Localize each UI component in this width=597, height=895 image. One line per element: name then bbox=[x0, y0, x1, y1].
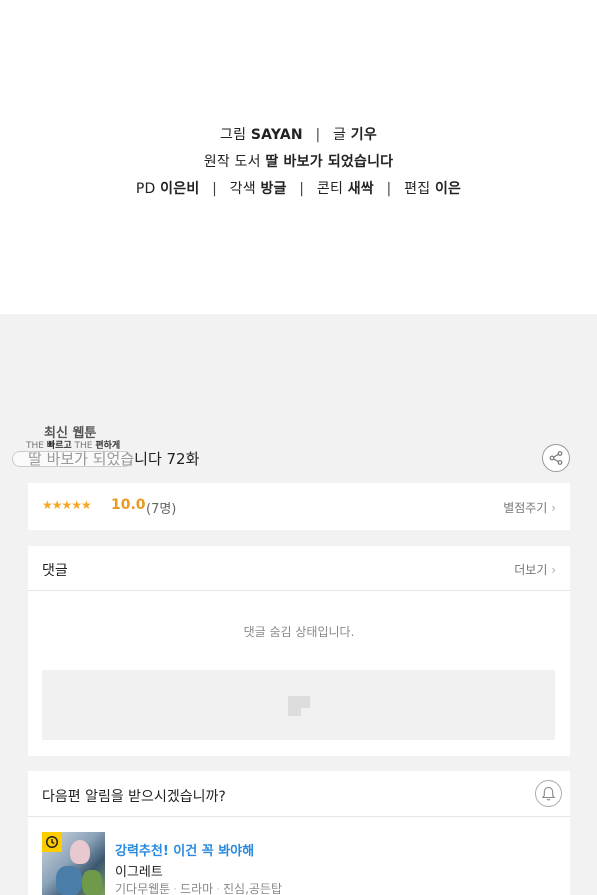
thumbnail-art bbox=[56, 866, 82, 895]
recommendation-thumbnail[interactable] bbox=[42, 832, 105, 895]
credit-role: 편집 bbox=[404, 181, 431, 197]
credit-separator: | bbox=[386, 181, 392, 197]
credits-section: 그림 SAYAN | 글 기우 원작 도서 딸 바보가 되었습니다 PD 이은비… bbox=[0, 0, 597, 314]
notify-label: 다음편 알림을 받으시겠습니까? bbox=[42, 789, 226, 805]
badge-subtitle: THE 빠르고 THE 편하게 bbox=[26, 438, 120, 451]
badge-the: THE bbox=[26, 441, 44, 451]
notify-bell-button[interactable] bbox=[535, 780, 562, 807]
genre-tag: 진심,공든탑 bbox=[222, 882, 282, 895]
image-placeholder-icon bbox=[288, 696, 310, 716]
rating-score: 10.0 bbox=[111, 497, 146, 513]
credit-role: 글 bbox=[333, 127, 347, 143]
credit-line-art-story: 그림 SAYAN | 글 기우 bbox=[0, 124, 597, 144]
star-rating-icon: ★★★★★ bbox=[42, 498, 92, 512]
recommendation-genres: 기다무웹툰 · 드라마 · 진심,공든탑 bbox=[115, 882, 282, 895]
credit-name: 기우 bbox=[350, 127, 377, 143]
credit-name: 방글 bbox=[260, 181, 287, 197]
chevron-right-icon: › bbox=[551, 501, 556, 515]
bell-icon bbox=[541, 786, 556, 801]
notify-header: 다음편 알림을 받으시겠습니까? bbox=[28, 771, 570, 817]
comments-label: 댓글 bbox=[42, 563, 68, 579]
credit-name: 이은 bbox=[434, 181, 462, 197]
credit-separator: | bbox=[315, 127, 321, 143]
genre-tag: 드라마 bbox=[180, 882, 214, 895]
comments-hidden-message: 댓글 숨김 상태입니다. bbox=[243, 625, 355, 639]
episode-title-rest: 니다 72화 bbox=[134, 450, 200, 468]
thumbnail-art bbox=[70, 840, 90, 864]
thumbnail-art bbox=[82, 870, 102, 895]
genre-tag: 기다무웹툰 bbox=[115, 882, 171, 895]
credit-role: PD bbox=[135, 181, 156, 197]
rate-button[interactable]: 별점주기 › bbox=[503, 499, 556, 516]
credit-separator: | bbox=[299, 181, 305, 197]
credit-name: SAYAN bbox=[250, 127, 303, 143]
badge-the: THE bbox=[74, 441, 93, 451]
share-button[interactable] bbox=[542, 444, 570, 472]
chevron-right-icon: › bbox=[551, 563, 556, 577]
comments-more-button[interactable]: 더보기 › bbox=[514, 561, 556, 578]
credit-name: 딸 바보가 되었습니다 bbox=[265, 154, 394, 170]
credit-role: 각색 bbox=[229, 181, 256, 197]
recommendation-tag[interactable]: 강력추천! 이건 꼭 봐야해 bbox=[115, 840, 254, 859]
recommendation-title[interactable]: 이그레트 bbox=[115, 861, 163, 880]
credit-line-original: 원작 도서 딸 바보가 되었습니다 bbox=[0, 151, 597, 171]
rating-card: ★★★★★ 10.0 (7명) 별점주기 › bbox=[28, 483, 570, 530]
notify-card: 다음편 알림을 받으시겠습니까? 강력추천! 이건 꼭 봐야해 이그레트 기다무… bbox=[28, 771, 570, 895]
badge-easy: 편하게 bbox=[95, 441, 121, 451]
credit-separator: | bbox=[212, 181, 217, 197]
share-icon bbox=[549, 451, 563, 465]
comment-placeholder bbox=[42, 670, 555, 740]
rate-button-label: 별점주기 bbox=[503, 501, 548, 515]
comments-more-label: 더보기 bbox=[514, 563, 548, 577]
latest-webtoon-badge[interactable]: 최신 웹툰 THE 빠르고 THE 편하게 bbox=[24, 422, 134, 470]
credit-line-staff: PD 이은비 | 각색 방글 | 콘티 새싹 | 편집 이은 bbox=[0, 178, 597, 198]
credit-name: 새싹 bbox=[347, 181, 374, 197]
credit-role: 콘티 bbox=[316, 181, 344, 197]
comments-header: 댓글 더보기 › bbox=[28, 546, 570, 591]
credit-name: 이은비 bbox=[160, 181, 200, 197]
rating-count: (7명) bbox=[146, 502, 177, 517]
credit-role: 원작 도서 bbox=[203, 154, 261, 170]
wait-free-clock-icon bbox=[42, 832, 62, 852]
credit-role: 그림 bbox=[220, 127, 247, 143]
badge-fast: 빠르고 bbox=[46, 441, 72, 451]
comments-card: 댓글 더보기 › 댓글 숨김 상태입니다. bbox=[28, 546, 570, 756]
